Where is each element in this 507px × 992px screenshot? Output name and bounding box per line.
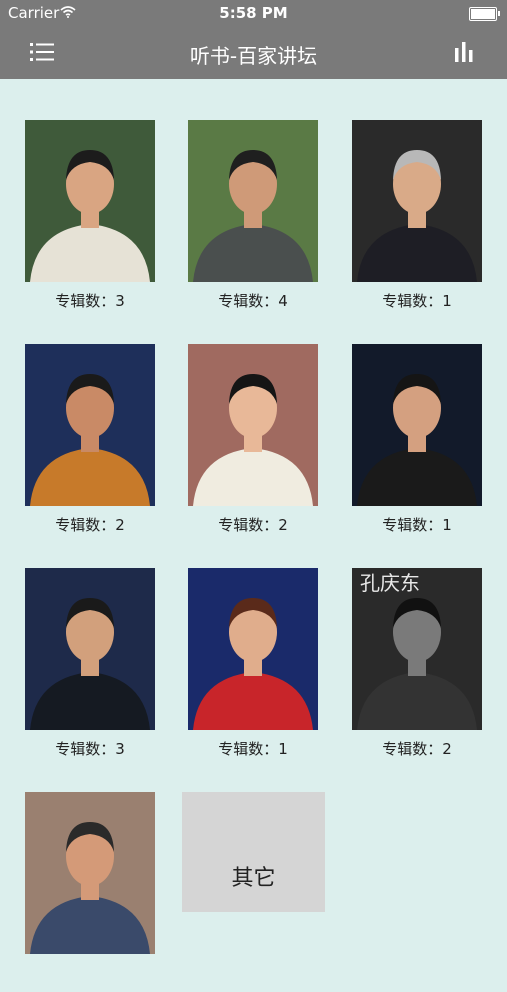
album-count: 专辑数：3 xyxy=(55,292,125,310)
speaker-photo xyxy=(188,568,318,730)
speaker-card[interactable]: 专辑数：2 xyxy=(15,344,165,544)
speaker-photo xyxy=(188,120,318,282)
speaker-photo xyxy=(25,792,155,954)
portrait-image xyxy=(25,792,155,954)
album-count: 专辑数：3 xyxy=(55,740,125,758)
speaker-photo xyxy=(352,344,482,506)
other-category-button[interactable]: 其它 xyxy=(182,792,325,912)
speaker-photo xyxy=(25,568,155,730)
album-count: 专辑数：2 xyxy=(382,740,452,758)
speaker-photo xyxy=(188,344,318,506)
speaker-photo xyxy=(352,120,482,282)
album-count: 专辑数：2 xyxy=(218,516,288,534)
portrait-image xyxy=(25,344,155,506)
nav-bar: 听书-百家讲坛 xyxy=(0,26,507,79)
page-title: 听书-百家讲坛 xyxy=(189,44,318,68)
speaker-photo: 孔庆东 xyxy=(352,568,482,730)
portrait-image xyxy=(25,568,155,730)
bar-chart-icon[interactable] xyxy=(451,38,479,66)
speaker-card[interactable]: 专辑数：1 xyxy=(342,344,492,544)
album-count: 专辑数：1 xyxy=(218,740,288,758)
speaker-card[interactable]: 专辑数：4 xyxy=(178,120,328,320)
status-bar: Carrier 5:58 PM xyxy=(0,0,507,26)
speaker-card[interactable]: 专辑数：1 xyxy=(342,120,492,320)
other-label: 其它 xyxy=(231,866,276,891)
album-count: 专辑数：4 xyxy=(218,292,288,310)
speaker-card[interactable]: 专辑数：2 xyxy=(178,344,328,544)
battery-icon xyxy=(469,7,500,21)
portrait-image xyxy=(188,568,318,730)
portrait-image xyxy=(352,120,482,282)
poster-title: 孔庆东 xyxy=(360,571,420,595)
speaker-card[interactable]: 专辑数：1 xyxy=(178,568,328,768)
portrait-image xyxy=(25,120,155,282)
speaker-grid: 专辑数：3 专辑数：4 专辑数：1 专辑数：2 专辑数：2 专辑数：1 专辑数：… xyxy=(0,79,507,954)
album-count: 专辑数：1 xyxy=(382,516,452,534)
speaker-photo xyxy=(25,120,155,282)
album-count: 专辑数：1 xyxy=(382,292,452,310)
portrait-image xyxy=(188,344,318,506)
speaker-card[interactable]: 专辑数：3 xyxy=(15,120,165,320)
portrait-image: 孔庆东 xyxy=(352,568,482,730)
speaker-card[interactable]: 孔庆东 专辑数：2 xyxy=(342,568,492,768)
speaker-card[interactable] xyxy=(15,792,165,992)
portrait-image xyxy=(352,344,482,506)
speaker-card[interactable]: 专辑数：3 xyxy=(15,568,165,768)
album-count: 专辑数：2 xyxy=(55,516,125,534)
speaker-photo xyxy=(25,344,155,506)
portrait-image xyxy=(188,120,318,282)
clock: 5:58 PM xyxy=(219,4,288,22)
